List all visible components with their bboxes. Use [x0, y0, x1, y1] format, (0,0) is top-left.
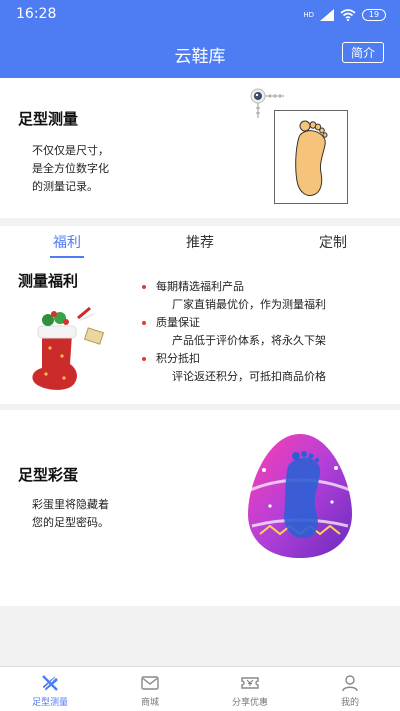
measure-description: 不仅仅是尺寸， 是全方位数字化 的测量记录。 [32, 142, 109, 196]
measure-line: 的测量记录。 [32, 180, 98, 193]
benefit-item-title: 质量保证 [156, 316, 200, 329]
intro-button[interactable]: 简介 [342, 42, 384, 63]
app-header: 云鞋库 简介 [0, 30, 400, 78]
coupon-icon [241, 677, 259, 689]
status-time: 16:28 [16, 6, 57, 22]
benefit-item-title: 每期精选福利产品 [156, 280, 244, 293]
measure-line: 不仅仅是尺寸， [32, 144, 109, 157]
battery-icon: 19 [362, 9, 386, 21]
tabbar-label: 商城 [140, 698, 159, 708]
measure-title: 足型测量 [18, 110, 79, 128]
benefit-item-title: 积分抵扣 [156, 352, 200, 365]
benefit-card: 福利 推荐 定制 测量福利 每期精选福利产品 厂家直销最优价，作为测量福利 质量… [0, 226, 400, 404]
network-type: HD [303, 10, 314, 19]
benefit-list: 每期精选福利产品 厂家直销最优价，作为测量福利 质量保证 产品低于评价体系，将永… [142, 278, 392, 386]
foot-icon [295, 120, 328, 196]
wifi-icon [340, 9, 356, 21]
egg-line: 彩蛋里将隐藏着 [32, 498, 109, 511]
tabbar-item-measure[interactable]: 足型测量 [0, 667, 100, 711]
tab-indicator [50, 256, 84, 258]
tab-recommend[interactable]: 推荐 [170, 232, 230, 252]
mail-icon [141, 676, 159, 690]
egg-line: 您的足型密码。 [32, 516, 109, 529]
egg-description: 彩蛋里将隐藏着 您的足型密码。 [32, 496, 109, 532]
list-item: 厂家直销最优价，作为测量福利 [142, 296, 392, 314]
tabbar-label: 足型测量 [31, 698, 68, 708]
foot-scan-frame [274, 110, 348, 204]
page-title: 云鞋库 [174, 47, 226, 67]
tab-custom[interactable]: 定制 [303, 232, 363, 252]
tabbar-label: 我的 [340, 698, 359, 708]
measure-card[interactable]: 足型测量 不仅仅是尺寸， 是全方位数字化 的测量记录。 [0, 78, 400, 218]
christmas-stocking-icon [32, 306, 105, 390]
tabbar-item-share[interactable]: 分享优惠 [200, 667, 300, 711]
benefit-item-desc: 厂家直销最优价，作为测量福利 [172, 298, 326, 311]
benefit-item-desc: 评论返还积分，可抵扣商品价格 [172, 370, 326, 383]
tabbar-label: 分享优惠 [231, 698, 268, 708]
benefit-item-desc: 产品低于评价体系，将永久下架 [172, 334, 326, 347]
list-item: 产品低于评价体系，将永久下架 [142, 332, 392, 350]
bottom-tabbar: 足型测量 商城 分享优惠 我的 [0, 666, 400, 711]
easter-egg-icon [248, 434, 352, 558]
benefit-title: 测量福利 [18, 272, 79, 290]
user-icon [342, 675, 358, 692]
egg-card[interactable]: 足型彩蛋 彩蛋里将隐藏着 您的足型密码。 [0, 410, 400, 606]
tabbar-item-mall[interactable]: 商城 [100, 667, 200, 711]
status-icons: HD 19 [303, 7, 386, 23]
status-bar: 16:28 HD 19 [0, 0, 400, 30]
signal-icon [320, 9, 334, 21]
list-item: 积分抵扣 [142, 350, 392, 368]
list-item: 每期精选福利产品 [142, 278, 392, 296]
tabbar-item-profile[interactable]: 我的 [300, 667, 400, 711]
egg-title: 足型彩蛋 [18, 466, 79, 484]
list-item: 评论返还积分，可抵扣商品价格 [142, 368, 392, 386]
bullet-dot [142, 357, 146, 361]
tab-benefits[interactable]: 福利 [37, 232, 97, 252]
measure-line: 是全方位数字化 [32, 162, 109, 175]
bullet-dot [142, 321, 146, 325]
list-item: 质量保证 [142, 314, 392, 332]
bullet-dot [142, 285, 146, 289]
ruler-pencil-icon [42, 675, 58, 691]
